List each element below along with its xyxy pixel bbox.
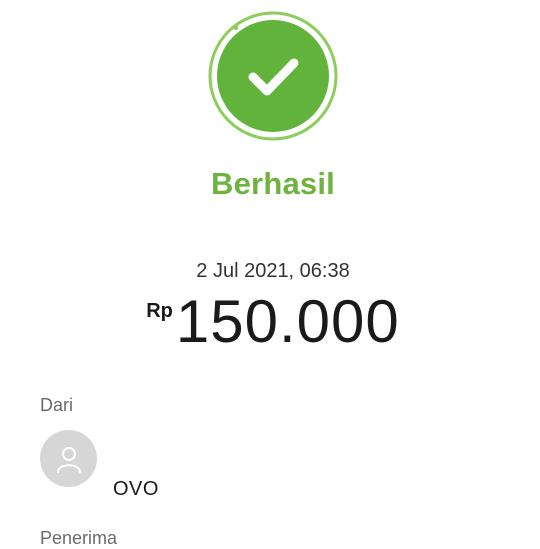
sender-name: OVO: [113, 478, 159, 500]
transaction-datetime: 2 Jul 2021, 06:38: [196, 260, 350, 282]
recipient-label: Penerima: [40, 528, 118, 548]
amount-value: 150.000: [175, 288, 400, 355]
status-title: Berhasil: [211, 166, 335, 201]
check-circle-icon: [208, 11, 338, 141]
person-icon: [56, 446, 81, 473]
currency-label: Rp: [146, 300, 173, 322]
amount-row: Rp150.000: [0, 289, 540, 355]
from-label: Dari: [40, 395, 74, 415]
success-icon-wrap: [207, 10, 339, 142]
sender-avatar: [40, 430, 97, 487]
